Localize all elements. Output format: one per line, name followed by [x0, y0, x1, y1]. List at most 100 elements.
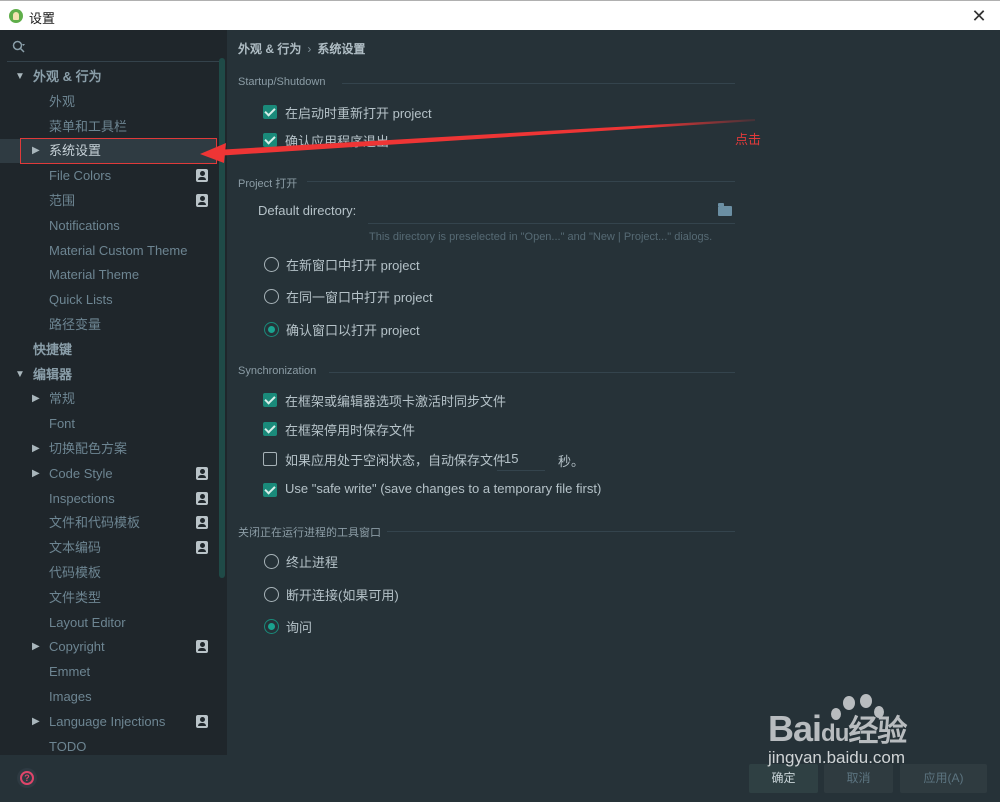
- sidebar-item[interactable]: Material Custom Theme: [0, 239, 217, 263]
- sidebar-item[interactable]: Font: [0, 412, 217, 436]
- folder-browse-icon[interactable]: [718, 203, 732, 216]
- project-level-icon: [196, 169, 208, 182]
- checkbox-checked-icon: [263, 393, 277, 407]
- radio-unselected-icon: [264, 587, 279, 602]
- checkbox-label: Use "safe write" (save changes to a temp…: [285, 481, 602, 496]
- sidebar-item[interactable]: Images: [0, 685, 217, 709]
- sidebar-item-label: 文件和代码模板: [49, 515, 141, 530]
- settings-search-input[interactable]: [0, 30, 220, 62]
- project-level-icon: [196, 541, 208, 554]
- confirm-exit-label: 确认应用程序退出: [285, 134, 390, 149]
- sidebar-item[interactable]: 文本编码: [0, 536, 217, 560]
- expand-arrow-right-icon[interactable]: ▶: [32, 710, 40, 734]
- sidebar-item[interactable]: 外观: [0, 90, 217, 114]
- section-title-close-tool-window: 关闭正在运行进程的工具窗口: [238, 527, 381, 539]
- sidebar-item-label: Language Injections: [49, 714, 166, 729]
- sidebar-item-label: 文件类型: [49, 590, 102, 605]
- section-divider: [307, 181, 735, 182]
- radio-unselected-icon: [264, 289, 279, 304]
- sidebar-item[interactable]: ▶ 常规: [0, 387, 217, 411]
- expand-arrow-right-icon[interactable]: ▶: [32, 462, 40, 486]
- expand-arrow-down-icon[interactable]: ▼: [15, 363, 25, 387]
- search-divider: [7, 61, 221, 62]
- expand-arrow-right-icon[interactable]: ▶: [32, 635, 40, 659]
- breadcrumb-parent[interactable]: 外观 & 行为: [238, 42, 301, 56]
- sidebar-item[interactable]: 快捷键: [0, 338, 217, 362]
- sidebar-item[interactable]: 代码模板: [0, 561, 217, 585]
- sidebar-item[interactable]: Emmet: [0, 660, 217, 684]
- breadcrumb: 外观 & 行为 › 系统设置: [238, 40, 365, 57]
- sidebar-item-label: Copyright: [49, 639, 105, 654]
- autosave-seconds-input[interactable]: 15: [504, 451, 518, 466]
- sidebar-item-label: Images: [49, 689, 92, 704]
- sidebar-item-label: 菜单和工具栏: [49, 119, 128, 134]
- expand-arrow-down-icon[interactable]: ▼: [15, 65, 25, 89]
- sidebar-item[interactable]: 文件和代码模板: [0, 511, 217, 535]
- settings-content: 外观 & 行为 › 系统设置 Startup/Shutdown 在启动时重新打开 p…: [227, 30, 1000, 802]
- sidebar-item-label: 代码模板: [49, 565, 102, 580]
- sidebar-item-label: Notifications: [49, 218, 120, 233]
- sidebar-item[interactable]: Material Theme: [0, 263, 217, 287]
- breadcrumb-separator: ›: [307, 42, 312, 56]
- sidebar-item[interactable]: Quick Lists: [0, 288, 217, 312]
- expand-arrow-right-icon[interactable]: ▶: [32, 387, 40, 411]
- sidebar-item-label: Layout Editor: [49, 615, 126, 630]
- radio-unselected-icon: [264, 257, 279, 272]
- search-icon: [12, 40, 25, 53]
- field-underline: [368, 223, 735, 224]
- close-icon[interactable]: ✕: [968, 5, 990, 27]
- project-level-icon: [196, 194, 208, 207]
- cancel-button[interactable]: 取消: [824, 764, 893, 793]
- project-level-icon: [196, 492, 208, 505]
- project-level-icon: [196, 715, 208, 728]
- ok-button[interactable]: 确定: [749, 764, 818, 793]
- default-directory-label: Default directory:: [258, 203, 357, 218]
- sidebar-item[interactable]: Inspections: [0, 487, 217, 511]
- sidebar-scrollbar[interactable]: [219, 58, 225, 578]
- radio-label: 终止进程: [286, 555, 339, 570]
- sidebar-item[interactable]: Layout Editor: [0, 611, 217, 635]
- radio-unselected-icon: [264, 554, 279, 569]
- sidebar-item-label: Material Theme: [49, 267, 140, 282]
- sidebar-item[interactable]: 范围: [0, 189, 217, 213]
- sidebar-item[interactable]: ▼ 外观 & 行为: [0, 65, 217, 89]
- help-button[interactable]: ?: [17, 768, 37, 788]
- default-directory-input[interactable]: [368, 198, 733, 224]
- sidebar-item[interactable]: 菜单和工具栏: [0, 115, 217, 139]
- android-studio-icon: [9, 9, 23, 23]
- checkbox-label: 在框架停用时保存文件: [285, 423, 416, 438]
- sidebar-item[interactable]: Notifications: [0, 214, 217, 238]
- window-title: 设置: [29, 11, 56, 26]
- project-level-icon: [196, 467, 208, 480]
- sidebar-item[interactable]: File Colors: [0, 164, 217, 188]
- sidebar-item-label: Emmet: [49, 664, 91, 679]
- radio-selected-icon: [264, 619, 279, 634]
- sidebar-item-label: 范围: [49, 193, 76, 208]
- checkbox-unchecked-icon: [263, 452, 277, 466]
- radio-label: 确认窗口以打开 project: [286, 323, 420, 338]
- settings-dialog: 设置 ✕ ▼ 外观 & 行为 外观 菜单和工具栏 ▶ 系统设置 File Colors 范围 N…: [0, 0, 1000, 802]
- sidebar-item[interactable]: ▶ Language Injections: [0, 710, 217, 734]
- radio-label: 断开连接(如果可用): [286, 588, 399, 603]
- apply-button[interactable]: 应用(A): [900, 764, 987, 793]
- sidebar-item-label: Font: [49, 416, 76, 431]
- sidebar-item[interactable]: 文件类型: [0, 586, 217, 610]
- project-level-icon: [196, 516, 208, 529]
- sidebar-item-label: 外观: [49, 94, 76, 109]
- sidebar-item[interactable]: ▶ 切换配色方案: [0, 437, 217, 461]
- checkbox-checked-icon: [263, 133, 277, 147]
- sidebar-item[interactable]: ▶ Code Style: [0, 462, 217, 486]
- sidebar-item[interactable]: 路径变量: [0, 313, 217, 337]
- sidebar-item-label: File Colors: [49, 168, 112, 183]
- radio-selected-icon: [264, 322, 279, 337]
- title-bar: 设置 ✕: [0, 0, 1000, 30]
- sidebar-item[interactable]: ▼ 编辑器: [0, 363, 217, 387]
- radio-label: 在同一窗口中打开 project: [286, 290, 433, 305]
- checkbox-checked-icon: [263, 422, 277, 436]
- expand-arrow-right-icon[interactable]: ▶: [32, 437, 40, 461]
- sidebar-item-label: Material Custom Theme: [49, 243, 188, 258]
- checkbox-checked-icon: [263, 483, 277, 497]
- sidebar-item[interactable]: ▶ Copyright: [0, 635, 217, 659]
- breadcrumb-current: 系统设置: [317, 42, 366, 56]
- annotation-highlight-box: [20, 138, 217, 164]
